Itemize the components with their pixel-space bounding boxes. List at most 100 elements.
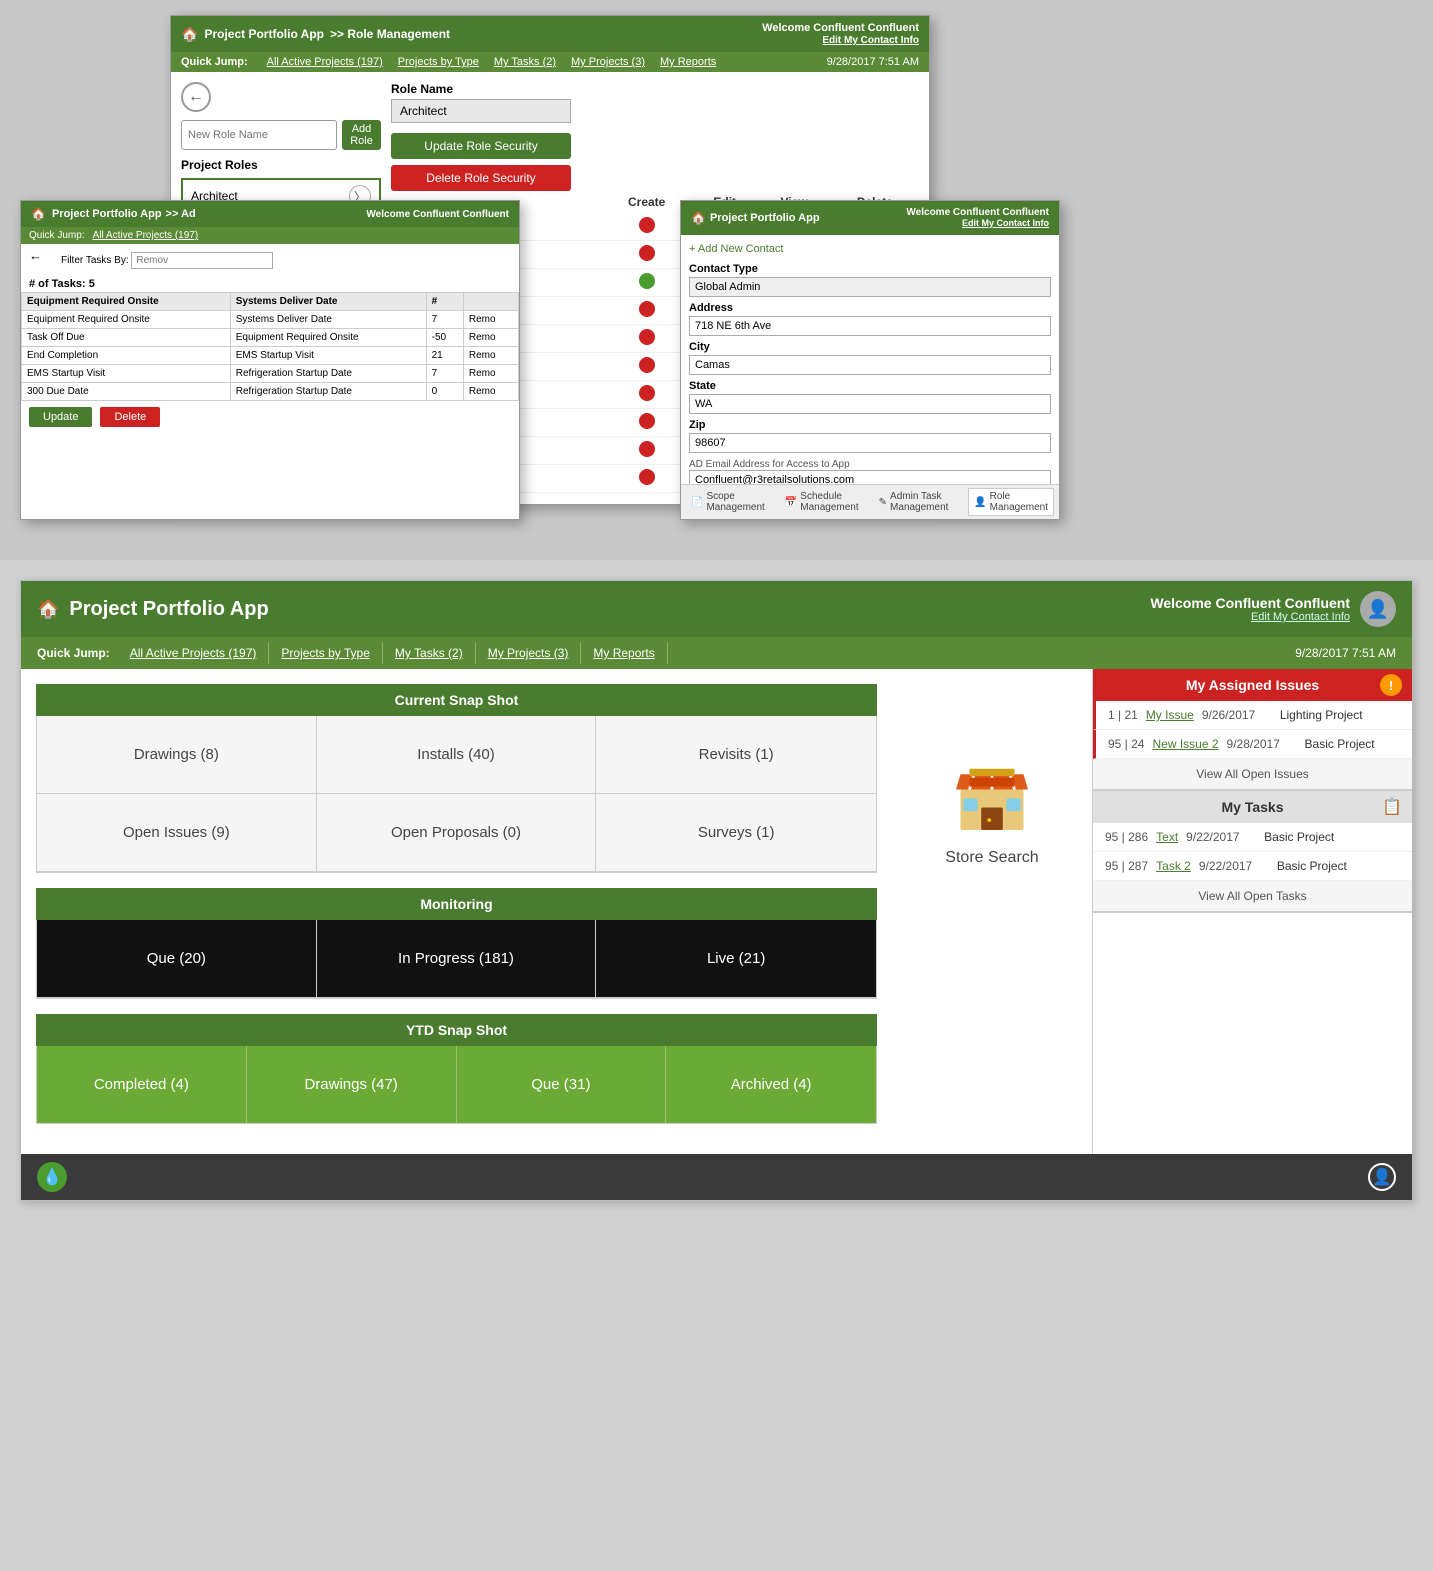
footer-user-icon[interactable]: 👤 [1368, 1163, 1396, 1191]
snap-drawings[interactable]: Drawings (8) [37, 716, 317, 794]
admin-tab-icon: ✎ [879, 497, 887, 508]
quick-jump-label: Quick Jump: [37, 646, 110, 660]
store-search-icon[interactable] [947, 749, 1037, 839]
scope-tab-icon: 📄 [691, 497, 703, 508]
tasks-window: 🏠 Project Portfolio App >> Ad Welcome Co… [20, 200, 520, 520]
issue-link-2[interactable]: New Issue 2 [1152, 737, 1218, 751]
city-label: City [689, 341, 1051, 353]
update-role-security-button[interactable]: Update Role Security [391, 133, 571, 159]
nav-all-active[interactable]: All Active Projects (197) [267, 56, 383, 68]
tasks-filter-input[interactable] [131, 252, 273, 269]
snap-revisits[interactable]: Revisits (1) [596, 716, 876, 794]
tasks-home-icon: 🏠 [31, 207, 46, 221]
contact-form: Contact Type Global Admin Address City S… [689, 263, 1051, 490]
ad-email-label: AD Email Address for Access to App [689, 459, 1051, 470]
tab-admin-task-management[interactable]: ✎ Admin Task Management [874, 488, 959, 516]
contacts-window-header: 🏠 Project Portfolio App Welcome Confluen… [681, 201, 1059, 235]
window-header: 🏠 Project Portfolio App >> Role Manageme… [171, 16, 929, 52]
add-role-button[interactable]: Add Role [342, 120, 381, 150]
main-content-area: Current Snap Shot Drawings (8) Installs … [21, 669, 1412, 1154]
current-snapshot-section: Current Snap Shot Drawings (8) Installs … [36, 684, 877, 873]
snap-open-proposals[interactable]: Open Proposals (0) [317, 794, 597, 872]
tasks-back-button[interactable]: ← [29, 248, 53, 272]
alert-icon: ! [1380, 674, 1402, 696]
monitor-in-progress[interactable]: In Progress (181) [317, 920, 597, 998]
monitoring-grid: Que (20) In Progress (181) Live (21) [36, 920, 877, 999]
main-nav-my-tasks[interactable]: My Tasks (2) [383, 642, 476, 664]
roles-panel-title: Project Roles [181, 158, 381, 172]
main-nav-my-reports[interactable]: My Reports [581, 642, 667, 664]
ytd-completed[interactable]: Completed (4) [37, 1046, 247, 1123]
delete-tasks-button[interactable]: Delete [100, 407, 160, 427]
role-tab-icon: 👤 [974, 497, 986, 508]
contacts-welcome: Welcome Confluent Confluent Edit My Cont… [906, 207, 1049, 229]
zip-field[interactable] [689, 433, 1051, 453]
snapshot-grid: Drawings (8) Installs (40) Revisits (1) … [36, 716, 877, 873]
monitoring-section: Monitoring Que (20) In Progress (181) Li… [36, 888, 877, 999]
nav-my-tasks[interactable]: My Tasks (2) [494, 56, 556, 68]
dashboard-left: Current Snap Shot Drawings (8) Installs … [21, 669, 892, 1154]
snap-surveys[interactable]: Surveys (1) [596, 794, 876, 872]
store-search-label[interactable]: Store Search [945, 849, 1038, 867]
main-app-title: Project Portfolio App [69, 598, 268, 621]
ytd-section: YTD Snap Shot Completed (4) Drawings (47… [36, 1014, 877, 1124]
main-nav: Quick Jump: All Active Projects (197) Pr… [21, 637, 1412, 669]
new-role-input[interactable] [181, 120, 337, 150]
tasks-welcome: Welcome Confluent Confluent [366, 209, 509, 220]
tab-schedule-management[interactable]: 📅 Schedule Management [780, 488, 864, 516]
main-footer: 💧 👤 [21, 1154, 1412, 1200]
issue-link-1[interactable]: My Issue [1146, 708, 1194, 722]
main-nav-all-active[interactable]: All Active Projects (197) [118, 642, 270, 664]
nav-projects-type[interactable]: Projects by Type [398, 56, 479, 68]
monitor-live[interactable]: Live (21) [596, 920, 876, 998]
view-all-tasks-btn[interactable]: View All Open Tasks [1093, 881, 1412, 912]
tab-scope-management[interactable]: 📄 Scope Management [686, 488, 770, 516]
main-welcome: Welcome Confluent Confluent Edit My Cont… [1150, 595, 1350, 623]
contacts-body: + Add New Contact Contact Type Global Ad… [681, 235, 1059, 526]
tasks-table: Equipment Required Onsite Systems Delive… [21, 292, 519, 401]
main-nav-projects-type[interactable]: Projects by Type [269, 642, 383, 664]
city-field[interactable] [689, 355, 1051, 375]
ytd-que[interactable]: Que (31) [457, 1046, 667, 1123]
edit-contact-link[interactable]: Edit My Contact Info [822, 35, 919, 46]
ytd-archived[interactable]: Archived (4) [666, 1046, 876, 1123]
task-link-1[interactable]: Text [1156, 830, 1178, 844]
add-contact-button[interactable]: + Add New Contact [689, 243, 1051, 255]
tasks-clipboard-icon: 📋 [1382, 797, 1402, 817]
main-welcome-name: Welcome Confluent Confluent [1150, 595, 1350, 611]
nav-my-projects[interactable]: My Projects (3) [571, 56, 645, 68]
main-edit-contact[interactable]: Edit My Contact Info [1150, 611, 1350, 623]
main-datetime: 9/28/2017 7:51 AM [1295, 646, 1396, 660]
user-avatar: 👤 [1360, 591, 1396, 627]
view-all-issues-btn[interactable]: View All Open Issues [1093, 759, 1412, 790]
tasks-header: ← Filter Tasks By: [21, 244, 519, 276]
current-snapshot-header: Current Snap Shot [36, 684, 877, 716]
delete-role-security-button[interactable]: Delete Role Security [391, 165, 571, 191]
state-field[interactable] [689, 394, 1051, 414]
main-header: 🏠 Project Portfolio App Welcome Confluen… [21, 581, 1412, 637]
breadcrumb-role: >> Role Management [330, 27, 450, 41]
role-name-field[interactable] [391, 99, 571, 123]
address-field[interactable] [689, 316, 1051, 336]
assigned-issues-header: My Assigned Issues ! [1093, 669, 1412, 701]
home-icon: 🏠 [181, 26, 198, 43]
task-link-2[interactable]: Task 2 [1156, 859, 1191, 873]
main-home-icon: 🏠 [37, 599, 59, 620]
dashboard-section: 🏠 Project Portfolio App Welcome Confluen… [0, 570, 1433, 1201]
contact-type-select[interactable]: Global Admin [689, 277, 1051, 297]
nav-my-reports[interactable]: My Reports [660, 56, 716, 68]
tab-role-management[interactable]: 👤 Role Management [968, 488, 1054, 516]
contact-type-label: Contact Type [689, 263, 1051, 275]
ytd-drawings[interactable]: Drawings (47) [247, 1046, 457, 1123]
snap-open-issues[interactable]: Open Issues (9) [37, 794, 317, 872]
store-search-center: Store Search [892, 669, 1092, 1154]
ytd-header: YTD Snap Shot [36, 1014, 877, 1046]
snap-installs[interactable]: Installs (40) [317, 716, 597, 794]
contacts-edit-link[interactable]: Edit My Contact Info [962, 218, 1049, 228]
update-tasks-button[interactable]: Update [29, 407, 92, 427]
role-name-label: Role Name [391, 82, 919, 96]
back-button[interactable]: ← [181, 82, 211, 112]
monitor-que[interactable]: Que (20) [37, 920, 317, 998]
tasks-nav-all[interactable]: All Active Projects (197) [93, 230, 199, 241]
main-nav-my-projects[interactable]: My Projects (3) [476, 642, 582, 664]
